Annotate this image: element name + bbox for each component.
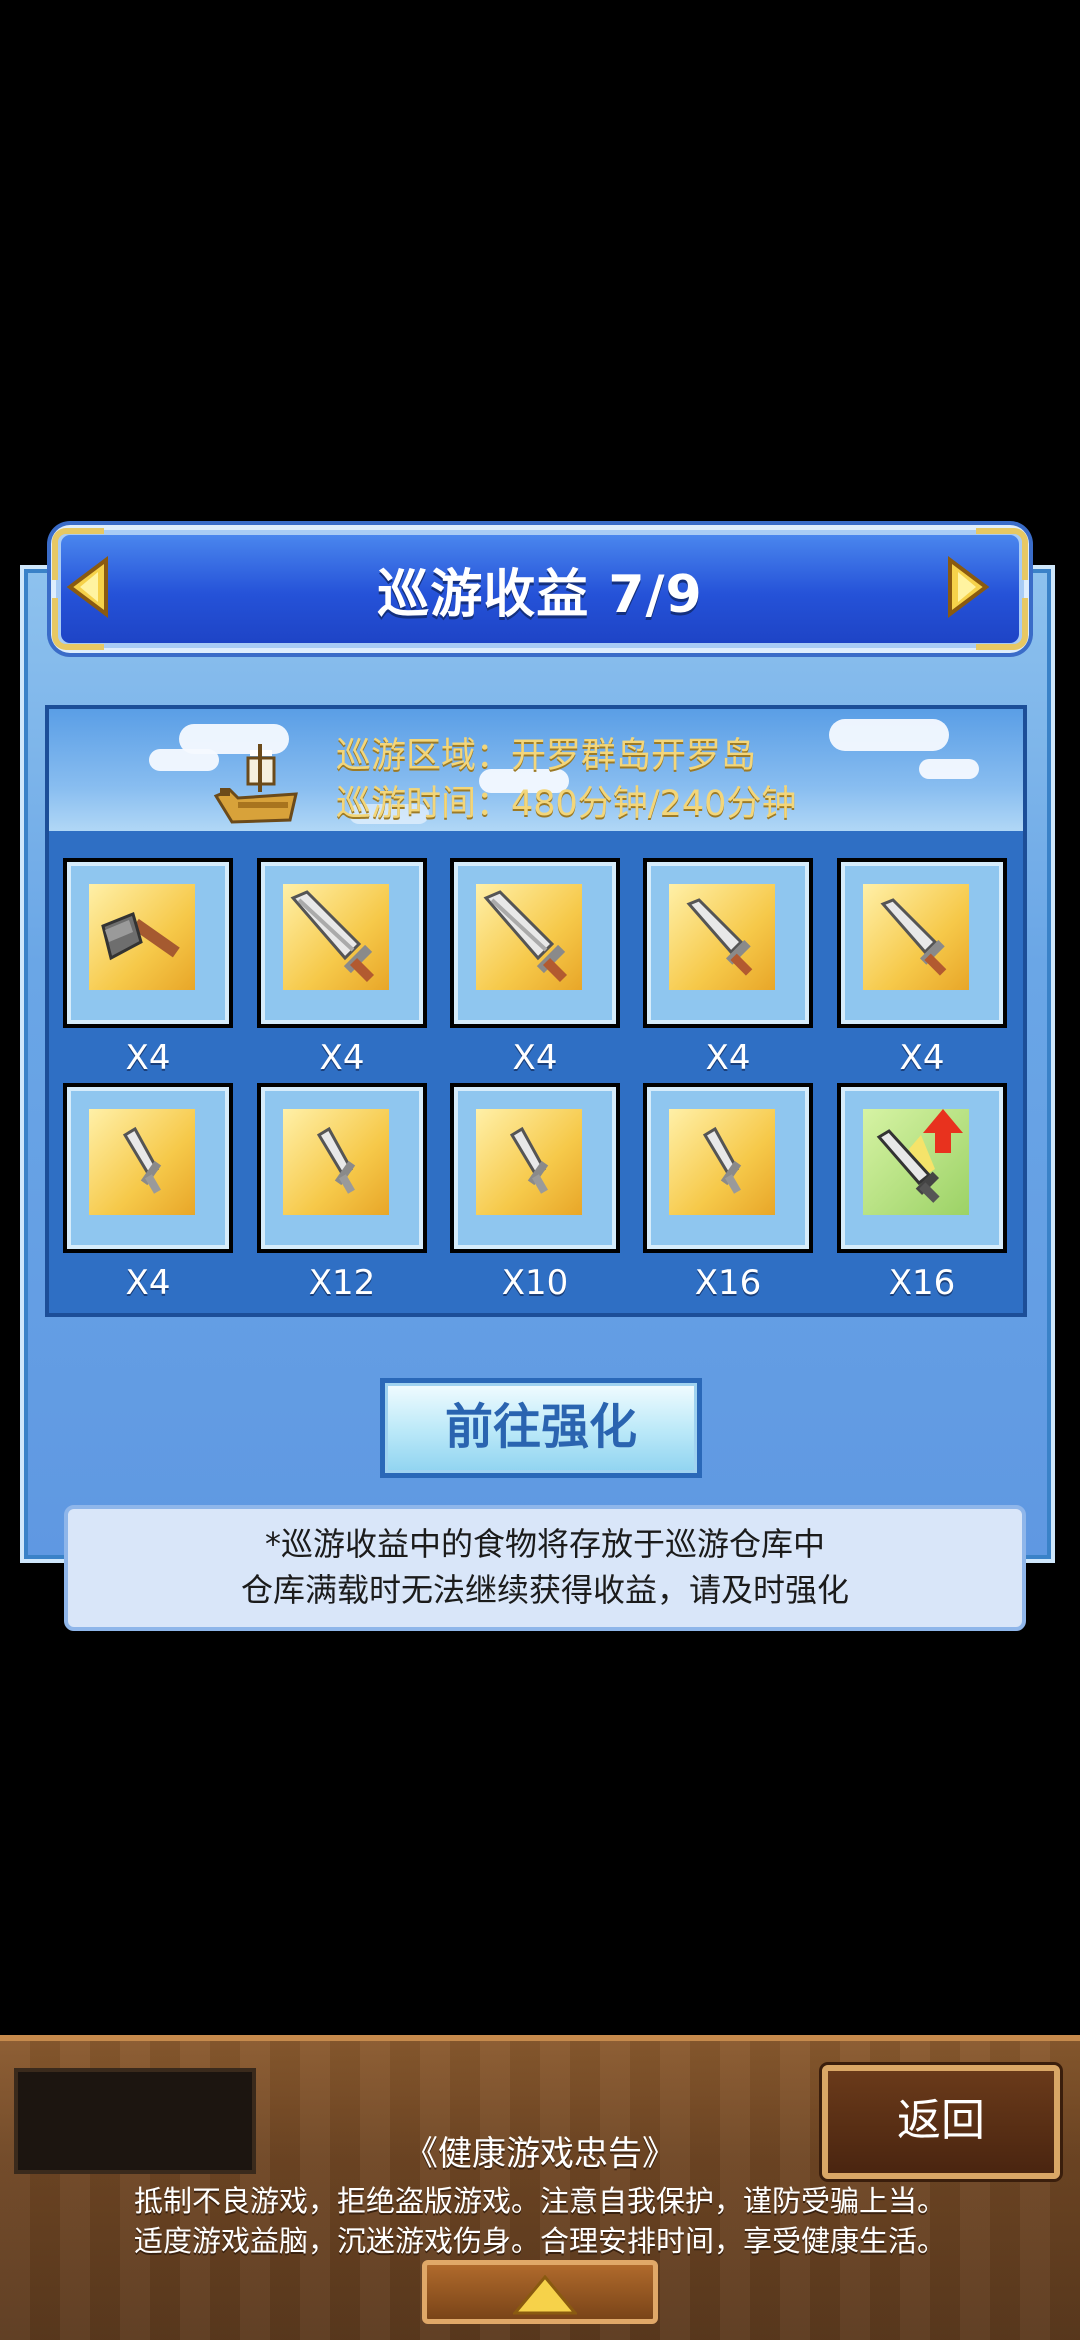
item-quantity: X4: [705, 1038, 751, 1078]
health-advice-title: 《健康游戏忠告》: [404, 2134, 676, 2174]
page-title: 巡游收益 7/9: [377, 565, 703, 625]
health-advice-line: 适度游戏益脑，沉迷游戏伤身。合理安排时间，享受健康生活。: [133, 2224, 946, 2258]
cruise-info: 巡游区域：开罗群岛开罗岛 巡游时间：480分钟/240分钟: [336, 732, 796, 828]
item-quantity: X4: [319, 1038, 365, 1078]
item-quantity: X4: [899, 1038, 945, 1078]
reward-slot[interactable]: [63, 858, 233, 1028]
reward-slot[interactable]: [257, 858, 427, 1028]
item-quantity: X4: [125, 1263, 171, 1303]
dagger-icon: [702, 1126, 742, 1194]
item-quantity: X10: [501, 1263, 569, 1303]
cruise-time: 巡游时间：480分钟/240分钟: [336, 784, 797, 824]
reward-slot[interactable]: [450, 858, 620, 1028]
reward-slot[interactable]: [257, 1083, 427, 1253]
item-quantity: X4: [512, 1038, 558, 1078]
go-enhance-button[interactable]: 前往强化: [380, 1378, 702, 1478]
cruise-region: 巡游区域：开罗群岛开罗岛: [336, 736, 757, 776]
dagger-icon: [509, 1126, 549, 1194]
item-quantity: X12: [308, 1263, 376, 1303]
ship-icon: [213, 744, 298, 824]
sword-icon: [880, 898, 947, 976]
broadsword-icon: [290, 890, 375, 983]
sword-upgrade-icon: [876, 1109, 963, 1203]
reward-slot[interactable]: [63, 1083, 233, 1253]
notice-line: *巡游收益中的食物将存放于巡游仓库中: [264, 1525, 825, 1563]
reward-slot[interactable]: [837, 1083, 1007, 1253]
sword-icon: [686, 898, 753, 976]
axe-icon: [101, 911, 180, 961]
previous-arrow-icon[interactable]: [64, 556, 112, 618]
broadsword-icon: [483, 890, 568, 983]
reward-slot[interactable]: [837, 858, 1007, 1028]
up-arrow-icon: [513, 2275, 577, 2315]
reward-slot[interactable]: [643, 1083, 813, 1253]
expand-menu-button[interactable]: [422, 2260, 658, 2324]
storage-notice: *巡游收益中的食物将存放于巡游仓库中 仓库满载时无法继续获得收益，请及时强化: [64, 1505, 1026, 1631]
next-arrow-icon[interactable]: [944, 556, 992, 618]
dagger-icon: [122, 1126, 162, 1194]
item-quantity: X4: [125, 1038, 171, 1078]
item-quantity: X16: [888, 1263, 956, 1303]
health-advice-line: 抵制不良游戏，拒绝盗版游戏。注意自我保护，谨防受骗上当。: [133, 2184, 946, 2218]
reward-slot[interactable]: [643, 858, 813, 1028]
item-quantity: X16: [694, 1263, 762, 1303]
reward-slot[interactable]: [450, 1083, 620, 1253]
notice-line: 仓库满载时无法继续获得收益，请及时强化: [240, 1571, 849, 1609]
dagger-icon: [316, 1126, 356, 1194]
